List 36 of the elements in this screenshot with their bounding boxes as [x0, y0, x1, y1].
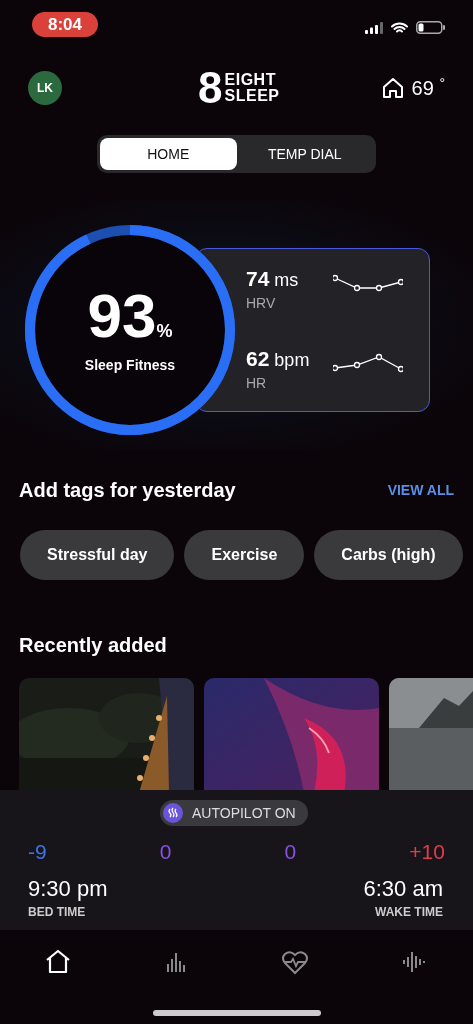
logo-text: EIGHT	[224, 72, 277, 88]
section-title: Recently added	[19, 633, 167, 658]
logo-text: SLEEP	[224, 87, 280, 103]
wifi-icon	[391, 21, 408, 34]
battery-icon	[416, 21, 445, 34]
metric-value: 74 ms	[246, 267, 299, 291]
temperature-level: 0	[159, 841, 172, 862]
metric-value: 62 bpm	[246, 347, 310, 371]
home-icon	[44, 948, 72, 976]
tab[interactable]: TEMP DIAL	[236, 138, 373, 170]
view-all-link[interactable]: VIEW ALL	[387, 479, 454, 501]
autopilot-toggle[interactable]: AUTOPILOT ON	[160, 800, 308, 826]
tag-chip[interactable]: Carbs (high)	[314, 530, 463, 580]
tab[interactable]: HOME	[100, 138, 237, 170]
heart-pulse-icon	[281, 948, 309, 976]
tag-chip[interactable]: Exercise	[184, 530, 305, 580]
temperature-level: +10	[409, 841, 445, 862]
heat-icon	[163, 803, 183, 823]
bed-time-label: BED TIME	[28, 904, 87, 922]
home-icon	[381, 76, 404, 99]
temperature-level: 0	[284, 841, 297, 862]
score-label: Sleep Fitness	[84, 355, 176, 375]
wake-time-label: WAKE TIME	[374, 904, 443, 922]
signal-icon	[365, 21, 383, 34]
wake-time: 6:30 am	[363, 877, 443, 902]
tag-chip[interactable]: Stressful day	[20, 530, 175, 580]
status-time: 8:04	[32, 12, 98, 37]
score-value: 93%	[87, 284, 173, 347]
metric-label: HRV	[246, 293, 277, 313]
bed-time: 9:30 pm	[28, 877, 108, 902]
temperature-level: -9	[28, 841, 47, 862]
metric-label: HR	[246, 373, 268, 393]
logo-mark: 8	[198, 65, 221, 110]
section-title: Add tags for yesterday	[19, 478, 236, 503]
temperature-reading: 69 $^{°}$	[411, 73, 445, 101]
avatar[interactable]: LK	[28, 70, 62, 105]
